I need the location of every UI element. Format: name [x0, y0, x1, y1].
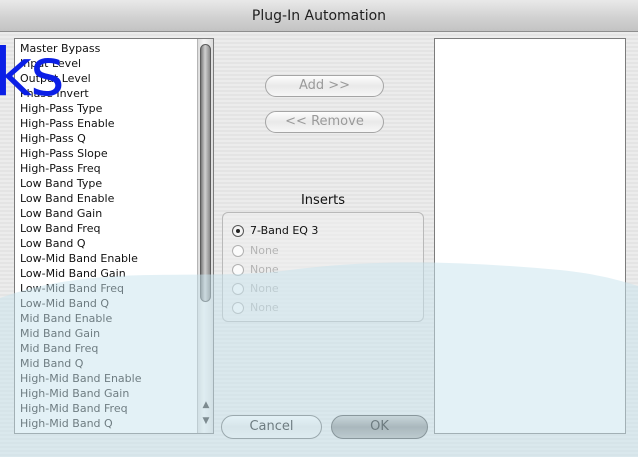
- parameter-item[interactable]: High-Pass Q: [20, 131, 213, 146]
- insert-option-5: None: [232, 300, 279, 316]
- parameter-item[interactable]: High-Pass Freq: [20, 161, 213, 176]
- parameter-item[interactable]: Low Band Enable: [20, 191, 213, 206]
- insert-option-label: None: [250, 282, 279, 295]
- parameter-items: Master Bypass Input Level Output Level Phas…: [15, 39, 213, 431]
- scrollbar-thumb[interactable]: [200, 44, 211, 302]
- available-parameters-list[interactable]: Master Bypass Input Level Output Level Phas…: [14, 38, 214, 434]
- parameter-item[interactable]: Mid Band Q: [20, 356, 213, 371]
- radio-icon: [232, 302, 244, 314]
- parameter-list-scrollbar[interactable]: ▲ ▼: [197, 39, 213, 433]
- radio-icon: [232, 245, 244, 257]
- inserts-group: 7-Band EQ 3 None None None None: [222, 212, 424, 322]
- parameter-item[interactable]: Mid Band Gain: [20, 326, 213, 341]
- parameter-item[interactable]: Low-Mid Band Q: [20, 296, 213, 311]
- parameter-item[interactable]: High-Mid Band Gain: [20, 386, 213, 401]
- parameter-item[interactable]: High-Mid Band Freq: [20, 401, 213, 416]
- parameter-item[interactable]: Master Bypass: [20, 41, 213, 56]
- plugin-automation-window: Plug-In Automation Master Bypass Input Le…: [0, 0, 638, 457]
- remove-button[interactable]: << Remove: [265, 111, 384, 133]
- inserts-title: Inserts: [300, 193, 346, 208]
- parameter-item[interactable]: Low Band Gain: [20, 206, 213, 221]
- parameter-item[interactable]: Low Band Freq: [20, 221, 213, 236]
- parameter-item[interactable]: High-Mid Band Q: [20, 416, 213, 431]
- scroll-up-arrow-icon[interactable]: ▲: [199, 399, 213, 411]
- add-button[interactable]: Add >>: [265, 75, 384, 97]
- parameter-item[interactable]: Low Band Type: [20, 176, 213, 191]
- insert-option-label: 7-Band EQ 3: [250, 224, 319, 237]
- insert-option-4: None: [232, 281, 279, 297]
- cancel-button[interactable]: Cancel: [221, 415, 322, 439]
- insert-option-label: None: [250, 301, 279, 314]
- parameter-item[interactable]: High-Mid Band Enable: [20, 371, 213, 386]
- insert-option-label: None: [250, 263, 279, 276]
- radio-icon: [232, 264, 244, 276]
- parameter-item[interactable]: High-Pass Type: [20, 101, 213, 116]
- parameter-item[interactable]: Input Level: [20, 56, 213, 71]
- parameter-item[interactable]: Output Level: [20, 71, 213, 86]
- ok-button[interactable]: OK: [331, 415, 428, 439]
- parameter-item[interactable]: Mid Band Enable: [20, 311, 213, 326]
- parameter-item[interactable]: Mid Band Freq: [20, 341, 213, 356]
- parameter-item[interactable]: Low-Mid Band Gain: [20, 266, 213, 281]
- insert-option-3: None: [232, 262, 279, 278]
- scroll-down-arrow-icon[interactable]: ▼: [199, 415, 213, 427]
- parameter-item[interactable]: Low-Mid Band Freq: [20, 281, 213, 296]
- parameter-item[interactable]: High-Pass Enable: [20, 116, 213, 131]
- parameter-item[interactable]: High-Pass Slope: [20, 146, 213, 161]
- insert-option-1[interactable]: 7-Band EQ 3: [232, 223, 318, 239]
- parameter-item[interactable]: Low Band Q: [20, 236, 213, 251]
- window-title: Plug-In Automation: [0, 0, 638, 32]
- radio-selected-icon[interactable]: [232, 225, 244, 237]
- parameter-item[interactable]: Phase Invert: [20, 86, 213, 101]
- insert-option-label: None: [250, 244, 279, 257]
- parameter-item[interactable]: Low-Mid Band Enable: [20, 251, 213, 266]
- radio-icon: [232, 283, 244, 295]
- insert-option-2: None: [232, 243, 279, 259]
- automated-parameters-list[interactable]: [434, 38, 626, 434]
